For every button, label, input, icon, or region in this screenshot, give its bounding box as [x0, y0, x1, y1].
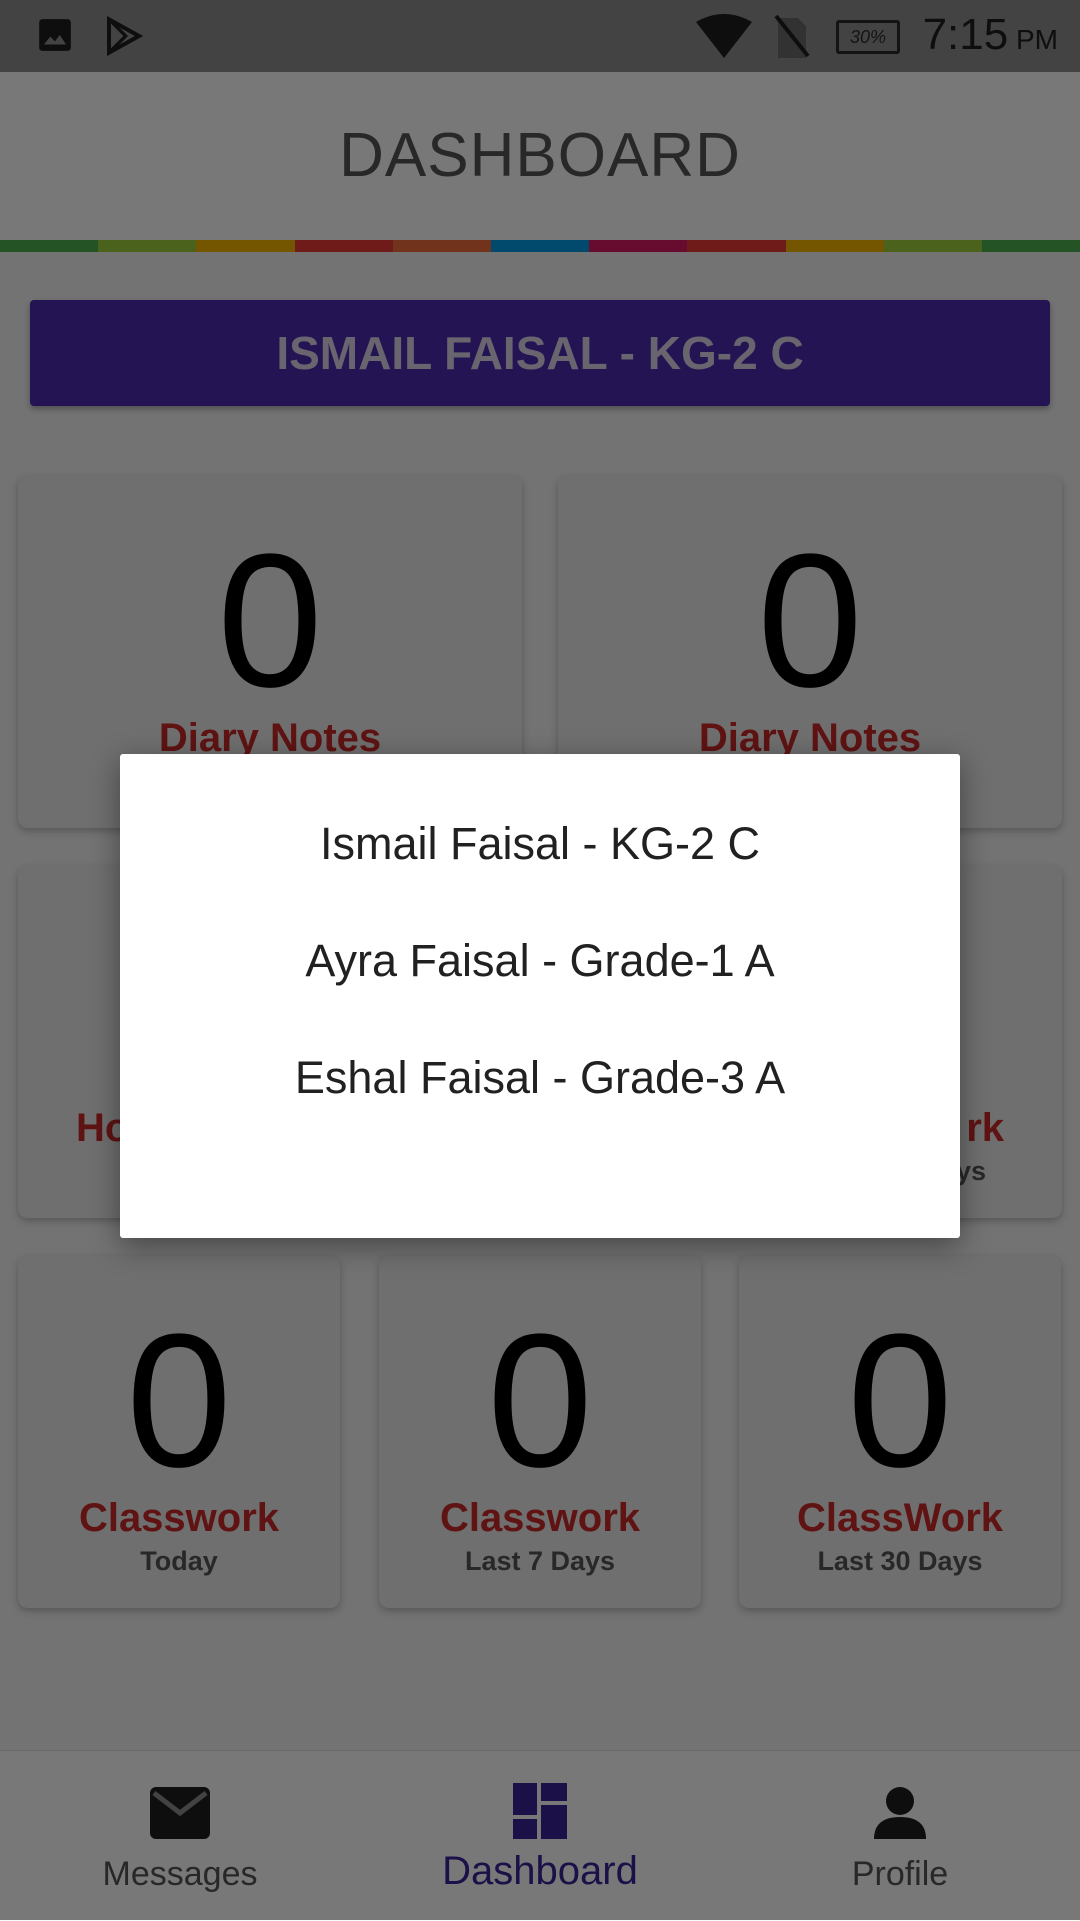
- student-option[interactable]: Ismail Faisal - KG-2 C: [120, 786, 960, 902]
- student-option[interactable]: Ayra Faisal - Grade-1 A: [120, 903, 960, 1019]
- student-select-dialog: Ismail Faisal - KG-2 C Ayra Faisal - Gra…: [120, 754, 960, 1238]
- student-option[interactable]: Eshal Faisal - Grade-3 A: [120, 1020, 960, 1136]
